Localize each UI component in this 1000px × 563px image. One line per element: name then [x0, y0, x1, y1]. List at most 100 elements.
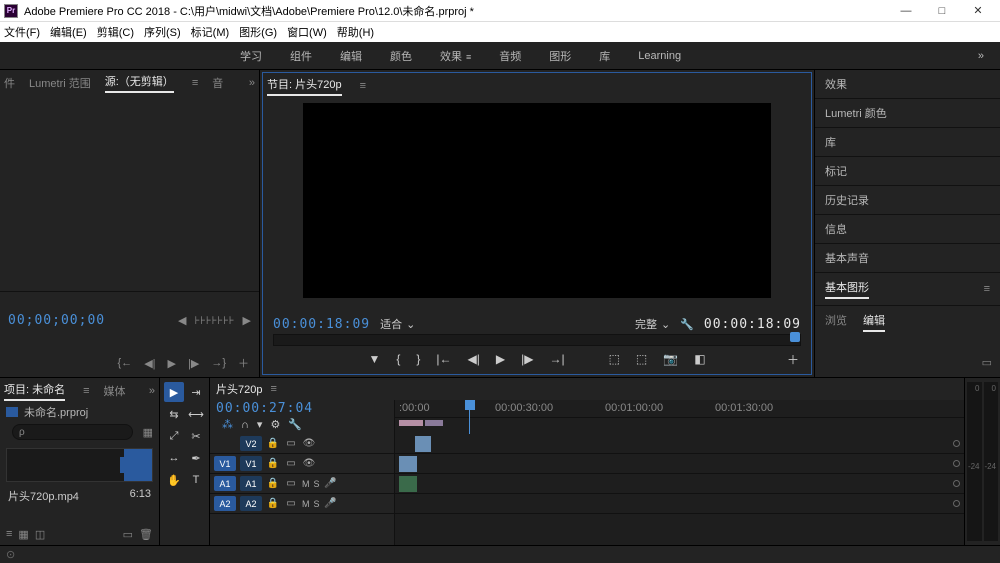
selection-tool[interactable]: ▶: [164, 382, 184, 402]
panel-info[interactable]: 信息: [815, 215, 1000, 244]
trash-icon[interactable]: 🗑: [139, 528, 153, 541]
program-tc-out[interactable]: 00:00:18:09: [704, 317, 801, 332]
freeform-view-icon[interactable]: ◫: [35, 528, 45, 541]
new-bin-icon[interactable]: ▭: [123, 528, 133, 541]
playhead-handle[interactable]: [790, 332, 800, 342]
panel-markers[interactable]: 标记: [815, 157, 1000, 186]
wrench-icon[interactable]: 🔧: [288, 418, 302, 431]
track-a2[interactable]: A2 A2 🔒 ▭ M S 🎤: [210, 494, 394, 514]
minimize-button[interactable]: —: [888, 1, 924, 21]
track-v1[interactable]: V1 V1 🔒 ▭ 👁: [210, 454, 394, 474]
tab-sequence[interactable]: 片头720p: [216, 381, 262, 397]
rate-stretch-tool[interactable]: ⤢: [164, 426, 184, 446]
prev-frame-icon[interactable]: ◀|: [144, 357, 155, 370]
menu-marker[interactable]: 标记(M): [191, 24, 230, 40]
video-clip[interactable]: [415, 436, 431, 452]
panel-essential-sound[interactable]: 基本声音: [815, 244, 1000, 273]
menu-graphics[interactable]: 图形(G): [239, 24, 277, 40]
lock-icon[interactable]: 🔒: [266, 458, 280, 469]
step-back-icon[interactable]: ◀: [178, 314, 186, 327]
settings-icon[interactable]: ⚙: [270, 418, 280, 431]
play-icon[interactable]: ▶: [168, 357, 176, 370]
new-layer-icon[interactable]: ▭: [982, 357, 992, 369]
panel-overflow-button[interactable]: »: [149, 385, 155, 397]
close-button[interactable]: ✕: [960, 1, 996, 21]
add-button-icon[interactable]: ＋: [787, 351, 799, 368]
eye-icon[interactable]: 👁: [302, 458, 316, 469]
panel-menu-icon[interactable]: ≡: [984, 283, 990, 295]
menu-file[interactable]: 文件(F): [4, 24, 40, 40]
step-fwd-icon[interactable]: |▶: [521, 352, 533, 366]
ws-assembly[interactable]: 组件: [290, 48, 312, 64]
lock-icon[interactable]: 🔒: [266, 498, 280, 509]
play-icon[interactable]: ▶: [496, 352, 505, 366]
panel-history[interactable]: 历史记录: [815, 186, 1000, 215]
eye-icon[interactable]: 👁: [302, 438, 316, 449]
toggle-output-icon[interactable]: ▭: [284, 438, 298, 449]
track-a1[interactable]: A1 A1 🔒 ▭ M S 🎤: [210, 474, 394, 494]
ws-learn[interactable]: 学习: [240, 48, 262, 64]
hand-tool[interactable]: ✋: [164, 470, 184, 490]
search-input[interactable]: ρ: [12, 424, 133, 440]
mute-button[interactable]: M: [302, 499, 310, 509]
panel-lumetri-color[interactable]: Lumetri 颜色: [815, 99, 1000, 128]
track-knob[interactable]: [953, 500, 960, 507]
panel-menu-icon[interactable]: ≡: [270, 383, 276, 395]
marker-region[interactable]: [425, 420, 443, 426]
subtab-browse[interactable]: 浏览: [825, 312, 847, 332]
track-knob[interactable]: [953, 460, 960, 467]
solo-button[interactable]: S: [314, 499, 320, 509]
icon-view-icon[interactable]: ▦: [18, 528, 28, 541]
panel-libraries[interactable]: 库: [815, 128, 1000, 157]
slip-tool[interactable]: ↔: [164, 448, 184, 468]
source-timecode[interactable]: 00;00;00;00: [8, 313, 105, 328]
panel-menu-icon[interactable]: ≡: [83, 385, 89, 397]
menu-sequence[interactable]: 序列(S): [144, 24, 181, 40]
tab-audio[interactable]: 音: [212, 75, 223, 91]
subtab-edit[interactable]: 编辑: [863, 312, 885, 332]
ws-effects[interactable]: 效果≡: [440, 48, 471, 64]
lock-icon[interactable]: 🔒: [266, 438, 280, 449]
settings-wrench-icon[interactable]: 🔧: [680, 318, 694, 331]
playhead[interactable]: [465, 400, 475, 410]
time-ruler[interactable]: :00:00 00:00:30:00 00:01:00:00 00:01:30:…: [395, 400, 964, 418]
pen-tool[interactable]: ✒: [186, 448, 206, 468]
step-fwd-icon[interactable]: ▶: [243, 314, 251, 327]
voice-over-icon[interactable]: 🎤: [324, 498, 338, 509]
step-back-icon[interactable]: ◀|: [467, 352, 479, 366]
track-knob[interactable]: [953, 480, 960, 487]
mark-in-icon[interactable]: {←: [118, 357, 133, 369]
marker-add-icon[interactable]: ▾: [257, 418, 263, 431]
ws-editing[interactable]: 编辑: [340, 48, 362, 64]
panel-essential-graphics[interactable]: 基本图形≡: [815, 273, 1000, 306]
linked-selection-icon[interactable]: ∩: [241, 419, 249, 431]
audio-clip[interactable]: [399, 476, 417, 492]
goto-in-icon[interactable]: |←: [436, 352, 451, 366]
ws-learning[interactable]: Learning: [638, 50, 681, 62]
marker-region[interactable]: [399, 420, 423, 426]
razor-tool[interactable]: ✂: [186, 426, 206, 446]
lock-icon[interactable]: 🔒: [266, 478, 280, 489]
program-tc-in[interactable]: 00:00:18:09: [273, 317, 370, 332]
in-icon[interactable]: {: [396, 352, 400, 366]
goto-out-icon[interactable]: →|: [549, 352, 564, 366]
ws-color[interactable]: 颜色: [390, 48, 412, 64]
folder-icon[interactable]: [6, 407, 18, 417]
toggle-output-icon[interactable]: ▭: [284, 478, 298, 489]
lift-icon[interactable]: ⬚: [609, 352, 620, 366]
zoom-fit-dropdown[interactable]: 适合⌄: [380, 316, 415, 332]
marker-icon[interactable]: ▼: [368, 352, 380, 366]
ws-libraries[interactable]: 库: [599, 48, 610, 64]
menu-edit[interactable]: 编辑(E): [50, 24, 87, 40]
timeline-clips-area[interactable]: [394, 434, 964, 545]
program-scrubber[interactable]: [273, 334, 801, 346]
mute-button[interactable]: M: [302, 479, 310, 489]
ripple-edit-tool[interactable]: ⇆: [164, 404, 184, 424]
mark-out-icon[interactable]: →}: [211, 357, 226, 369]
voice-over-icon[interactable]: 🎤: [324, 478, 338, 489]
panel-overflow-button[interactable]: »: [249, 77, 255, 89]
ws-graphics[interactable]: 图形: [549, 48, 571, 64]
panel-menu-icon[interactable]: ≡: [360, 80, 366, 92]
tab-project[interactable]: 项目: 未命名: [4, 381, 65, 401]
tab-media[interactable]: 媒体: [104, 383, 126, 399]
